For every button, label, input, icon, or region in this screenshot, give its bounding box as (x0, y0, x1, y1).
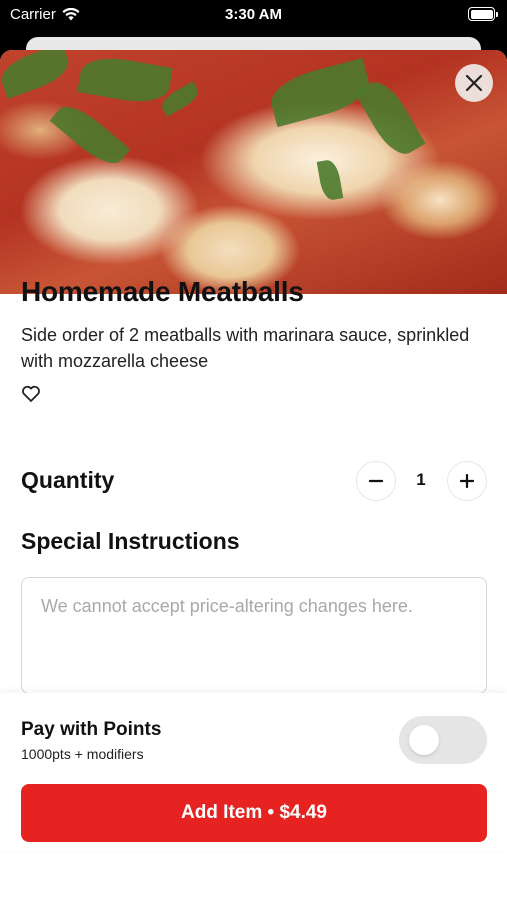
basil-leaf-decor (354, 74, 426, 162)
basil-leaf-decor (77, 52, 173, 108)
checkout-footer: Pay with Points 1000pts + modifiers Add … (0, 693, 507, 850)
points-cost-label: 1000pts + modifiers (21, 746, 144, 762)
status-time: 3:30 AM (225, 6, 282, 23)
add-item-button[interactable]: Add Item • $4.49 (21, 784, 487, 842)
close-icon (465, 74, 483, 92)
item-title: Homemade Meatballs (21, 276, 304, 307)
special-instructions-label: Special Instructions (21, 528, 240, 554)
decrease-quantity-button[interactable] (356, 461, 396, 501)
item-description: Side order of 2 meatballs with marinara … (21, 325, 470, 371)
battery-icon (468, 7, 498, 21)
basil-leaf-decor (49, 97, 131, 173)
pay-with-points-label: Pay with Points (21, 719, 162, 740)
plus-icon (460, 474, 474, 488)
basil-leaf-decor (316, 158, 344, 202)
item-photo (0, 50, 507, 294)
minus-icon (369, 479, 383, 483)
pay-with-points-toggle[interactable] (399, 716, 487, 764)
quantity-value: 1 (416, 470, 426, 489)
heart-icon[interactable] (21, 384, 41, 404)
toggle-knob (409, 725, 439, 755)
close-button[interactable] (455, 64, 493, 102)
status-bar: Carrier 3:30 AM (0, 0, 507, 30)
basil-leaf-decor (0, 50, 74, 99)
increase-quantity-button[interactable] (447, 461, 487, 501)
quantity-label: Quantity (21, 467, 115, 493)
special-instructions-input[interactable] (21, 577, 487, 694)
